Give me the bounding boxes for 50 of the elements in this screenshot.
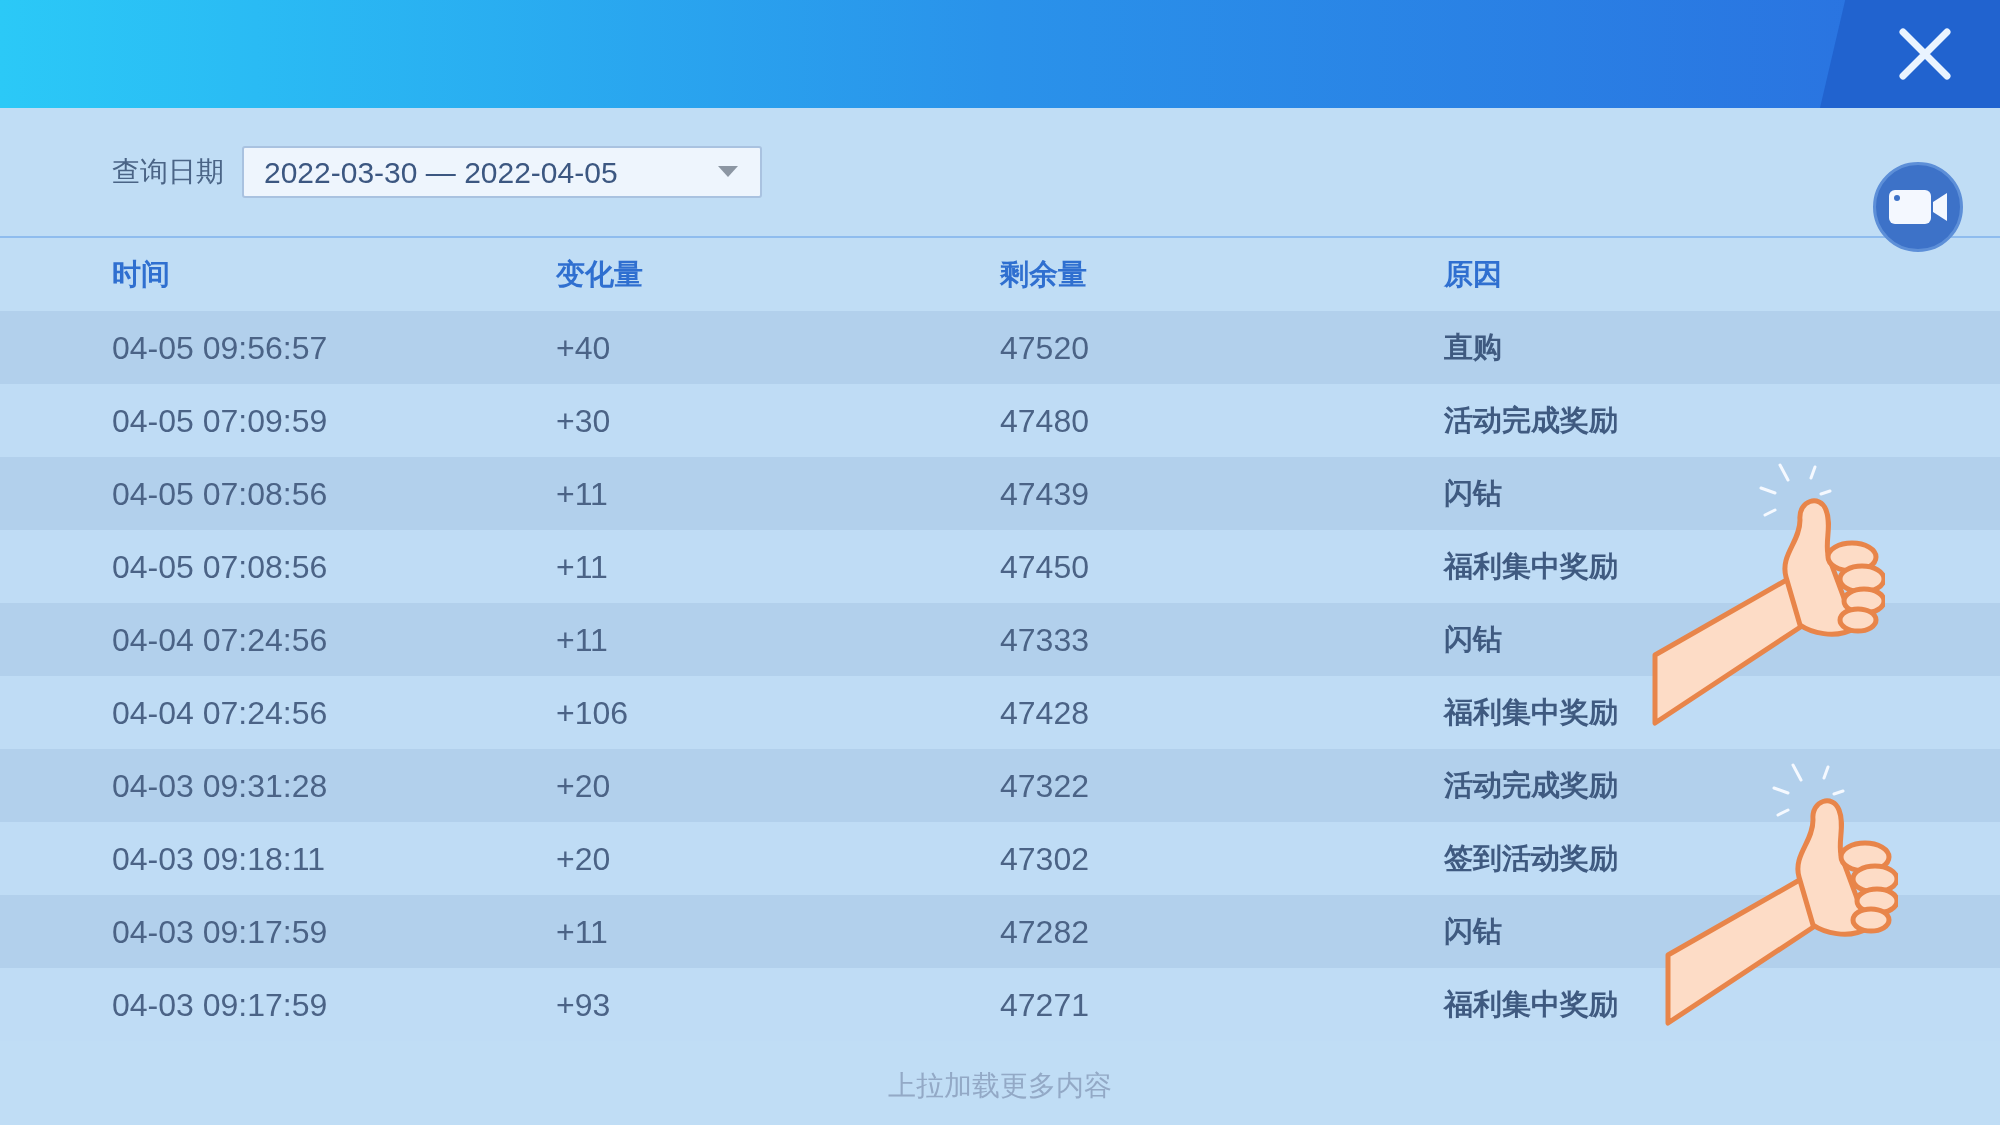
table-cell-text: 04-05 07:08:56 <box>112 474 328 514</box>
table-cell-text: 04-03 09:17:59 <box>112 985 328 1025</box>
close-button[interactable] <box>1820 0 2000 108</box>
table-cell-text: 47333 <box>1000 620 1089 660</box>
table-cell-text: +40 <box>556 328 611 368</box>
table-cell-text: 47322 <box>1000 766 1089 806</box>
camera-icon <box>1889 190 1947 224</box>
table-cell-text: 47520 <box>1000 328 1089 368</box>
column-header: 变化量 <box>556 256 643 292</box>
table-cell-text: +11 <box>556 474 608 514</box>
table-cell-text: +11 <box>556 912 608 952</box>
table-cell-text: 闪钻 <box>1444 913 1502 949</box>
table-cell-text: 签到活动奖励 <box>1444 840 1618 876</box>
table-cell-text: 活动完成奖励 <box>1444 767 1618 803</box>
table-cell-text: +106 <box>556 693 629 733</box>
column-header: 剩余量 <box>1000 256 1087 292</box>
table-cell-text: 47271 <box>1000 985 1089 1025</box>
table-cell-text: 闪钻 <box>1444 621 1502 657</box>
table-cell-text: 04-03 09:31:28 <box>112 766 328 806</box>
column-header: 原因 <box>1444 256 1502 292</box>
table-cell-text: +11 <box>556 547 608 587</box>
table-cell-text: 活动完成奖励 <box>1444 402 1618 438</box>
table-cell-text: 47302 <box>1000 839 1089 879</box>
table-cell-text: 04-05 09:56:57 <box>112 328 328 368</box>
date-range-dropdown[interactable]: 2022-03-30 — 2022-04-05 <box>242 146 762 198</box>
table-cell-text: 04-04 07:24:56 <box>112 693 328 733</box>
caret-icon <box>718 166 738 178</box>
table-cell-text: 47480 <box>1000 401 1089 441</box>
table-cell-text: +30 <box>556 401 611 441</box>
table-cell-text: +93 <box>556 985 611 1025</box>
table-cell-text: 直购 <box>1444 329 1502 365</box>
table-cell-text: +20 <box>556 766 611 806</box>
table-cell-text: 04-05 07:08:56 <box>112 547 328 587</box>
table-cell-text: 闪钻 <box>1444 475 1502 511</box>
table-cell-text: 47428 <box>1000 693 1089 733</box>
table-cell-text: 04-04 07:24:56 <box>112 620 328 660</box>
table-cell-text: 04-03 09:17:59 <box>112 912 328 952</box>
table-cell-text: 福利集中奖励 <box>1444 694 1618 730</box>
date-label: 查询日期 <box>112 155 224 189</box>
table-cell-text: 47439 <box>1000 474 1089 514</box>
table-cell-text: +11 <box>556 620 608 660</box>
table-cell-text: 福利集中奖励 <box>1444 548 1618 584</box>
close-icon <box>1897 26 1953 82</box>
table-cell-text: +20 <box>556 839 611 879</box>
table-cell-text: 47282 <box>1000 912 1089 952</box>
table-cell-text: 04-05 07:09:59 <box>112 401 328 441</box>
table-cell-text: 福利集中奖励 <box>1444 986 1618 1022</box>
table-cell-text: 47450 <box>1000 547 1089 587</box>
table-cell-text: 04-03 09:18:11 <box>112 839 325 879</box>
column-header: 时间 <box>112 256 170 292</box>
